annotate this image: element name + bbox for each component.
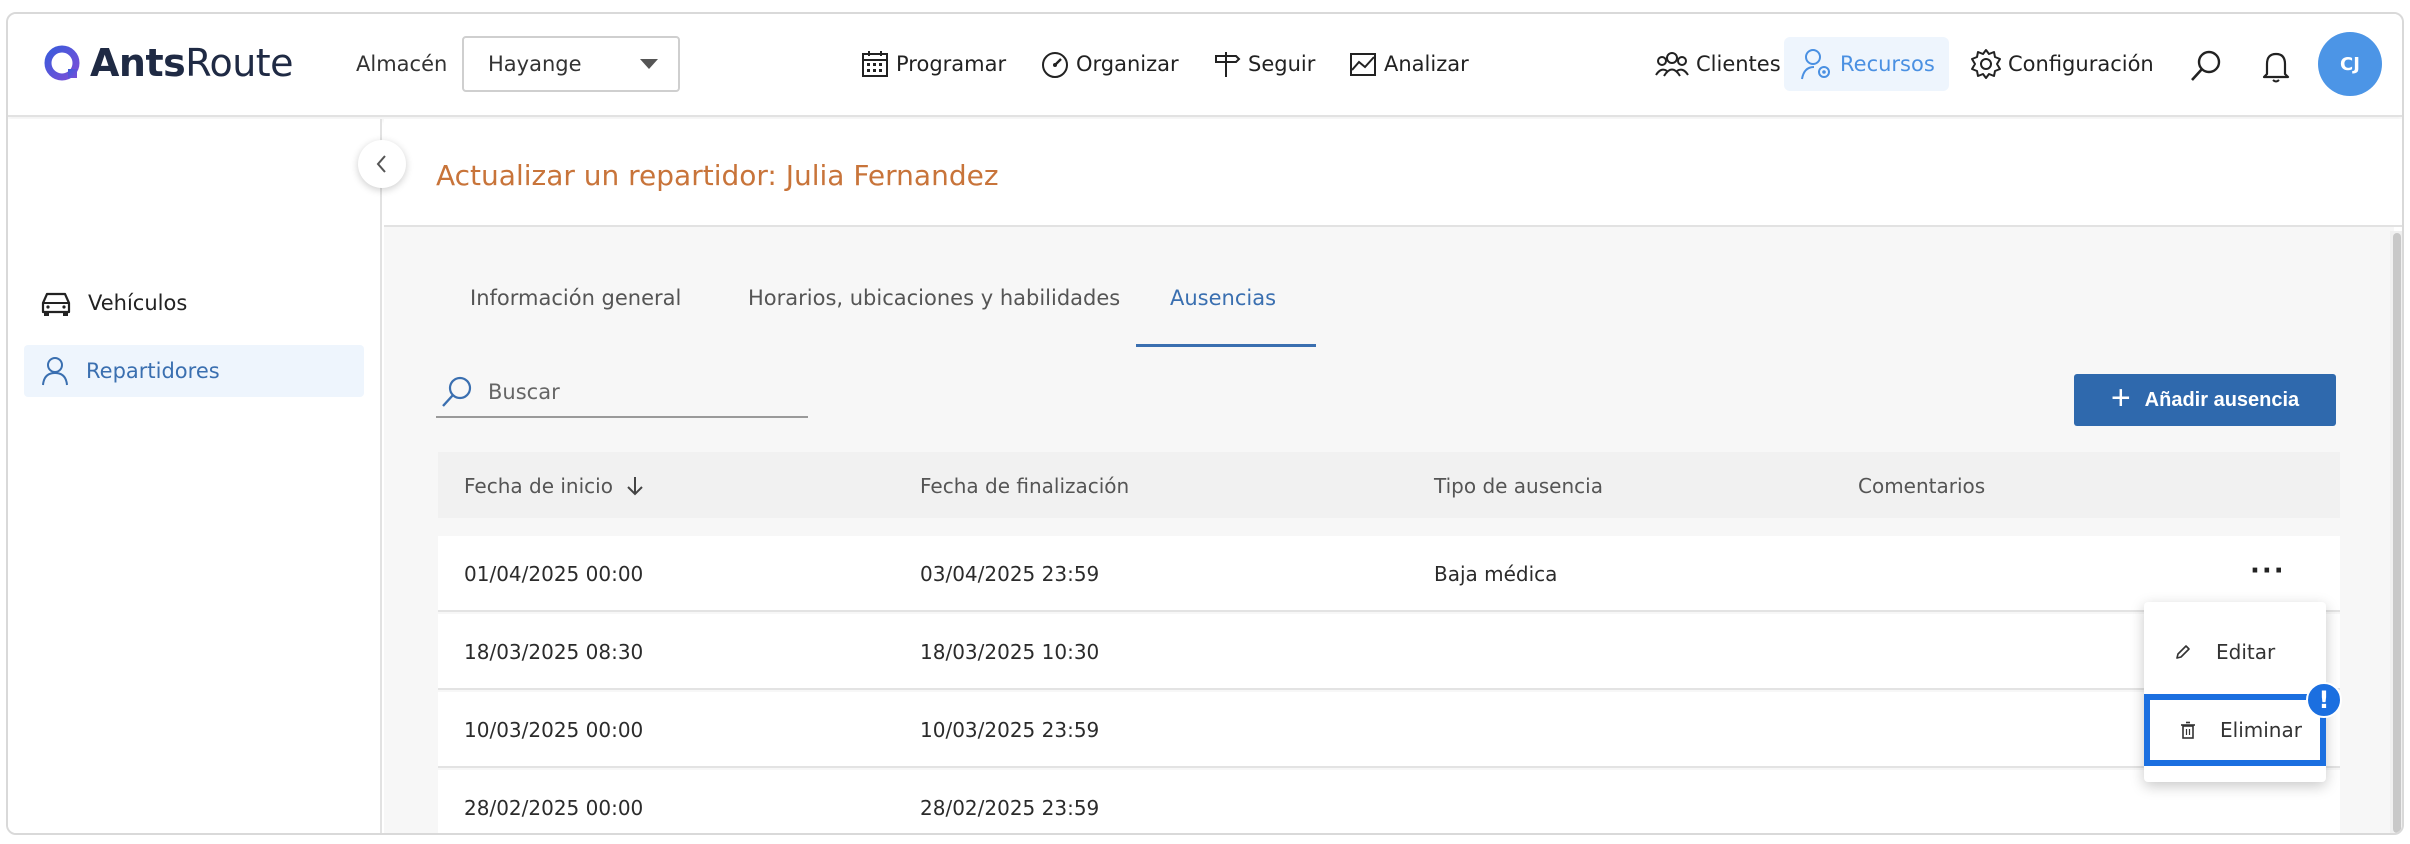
- table-row[interactable]: 28/02/2025 00:00 28/02/2025 23:59: [438, 770, 2340, 833]
- nav-seguir-label: Seguir: [1248, 52, 1316, 76]
- nav-analizar-label: Analizar: [1384, 52, 1469, 76]
- search-button[interactable]: [2186, 46, 2226, 86]
- column-header-comments[interactable]: Comentarios: [1858, 474, 1985, 498]
- notifications-button[interactable]: [2256, 46, 2296, 86]
- warehouse-value: Hayange: [488, 52, 582, 76]
- cell-end: 18/03/2025 10:30: [920, 640, 1100, 664]
- cell-end: 10/03/2025 23:59: [920, 718, 1100, 742]
- cell-end: 03/04/2025 23:59: [920, 562, 1100, 586]
- sidebar-item-label: Vehículos: [88, 291, 188, 315]
- scrollbar[interactable]: [2390, 231, 2402, 833]
- scrollbar-thumb[interactable]: [2393, 233, 2401, 833]
- nav-organizar-label: Organizar: [1076, 52, 1179, 76]
- nav-seguir[interactable]: Seguir: [1212, 44, 1315, 84]
- chevron-down-icon: [640, 59, 658, 69]
- nav-configuracion[interactable]: Configuración: [1970, 44, 2154, 84]
- menu-item-edit[interactable]: Editar: [2144, 616, 2326, 688]
- nav-organizar[interactable]: Organizar: [1040, 44, 1179, 84]
- warehouse-select[interactable]: Hayange: [462, 36, 680, 92]
- page-title: Actualizar un repartidor: Julia Fernande…: [436, 159, 999, 192]
- menu-item-delete[interactable]: Eliminar: [2144, 694, 2326, 766]
- add-absence-button[interactable]: + Añadir ausencia: [2074, 374, 2336, 426]
- more-options-icon[interactable]: ···: [2250, 556, 2286, 586]
- table-row[interactable]: 10/03/2025 00:00 10/03/2025 23:59: [438, 692, 2340, 768]
- cell-start: 28/02/2025 00:00: [464, 796, 644, 820]
- warehouse-label: Almacén: [356, 52, 448, 76]
- nav-programar-label: Programar: [896, 52, 1007, 76]
- search-input[interactable]: [488, 380, 788, 404]
- nav-clientes[interactable]: Clientes: [1654, 44, 1781, 84]
- chart-icon: [1350, 53, 1376, 76]
- brand-name: AntsRoute: [90, 41, 294, 85]
- cell-start: 10/03/2025 00:00: [464, 718, 644, 742]
- column-header-start[interactable]: Fecha de inicio: [464, 474, 645, 498]
- nav-configuracion-label: Configuración: [2008, 52, 2154, 76]
- cell-type: Baja médica: [1434, 562, 1558, 586]
- app-window: AntsRoute Almacén Hayange Programar Orga…: [6, 12, 2404, 835]
- group-icon: [1655, 52, 1689, 77]
- cell-start: 01/04/2025 00:00: [464, 562, 644, 586]
- column-header-type[interactable]: Tipo de ausencia: [1434, 474, 1603, 498]
- chevron-left-icon: [376, 155, 386, 173]
- bell-icon: [2262, 52, 2290, 83]
- sidebar: Vehículos Repartidores: [8, 119, 382, 833]
- nav-programar[interactable]: Programar: [860, 44, 1006, 84]
- nav-recursos[interactable]: Recursos: [1784, 37, 1949, 91]
- car-icon: [41, 292, 71, 316]
- column-header-label: Fecha de inicio: [464, 474, 613, 498]
- nav-recursos-label: Recursos: [1840, 52, 1935, 76]
- cell-start: 18/03/2025 08:30: [464, 640, 644, 664]
- calendar-icon: [862, 51, 888, 77]
- gauge-icon: [1042, 52, 1068, 78]
- active-tab-indicator: [1136, 344, 1316, 347]
- user-gear-icon: [1801, 49, 1830, 80]
- trash-icon: [2181, 721, 2195, 739]
- row-context-menu: Editar Eliminar: [2144, 602, 2326, 782]
- sidebar-item-label: Repartidores: [86, 359, 220, 383]
- sidebar-item-vehiculos[interactable]: Vehículos: [24, 277, 364, 329]
- logo[interactable]: AntsRoute: [42, 38, 294, 88]
- user-icon: [42, 357, 68, 386]
- column-header-end[interactable]: Fecha de finalización: [920, 474, 1129, 498]
- add-absence-label: Añadir ausencia: [2144, 388, 2300, 411]
- sidebar-item-repartidores[interactable]: Repartidores: [24, 345, 364, 397]
- tab-informacion-general[interactable]: Información general: [470, 286, 681, 310]
- page-header: Actualizar un repartidor: Julia Fernande…: [384, 119, 2402, 227]
- search-box: [436, 368, 808, 418]
- search-icon: [2191, 50, 2221, 81]
- table-row[interactable]: 01/04/2025 00:00 03/04/2025 23:59 Baja m…: [438, 536, 2340, 612]
- top-bar: AntsRoute Almacén Hayange Programar Orga…: [8, 14, 2402, 117]
- tab-horarios[interactable]: Horarios, ubicaciones y habilidades: [748, 286, 1120, 310]
- plus-icon: +: [2110, 378, 2131, 417]
- table-row[interactable]: 18/03/2025 08:30 18/03/2025 10:30: [438, 614, 2340, 690]
- nav-clientes-label: Clientes: [1696, 52, 1781, 76]
- logo-mark-icon: [44, 45, 80, 81]
- search-icon: [442, 376, 472, 407]
- pencil-icon: [2176, 645, 2190, 659]
- user-avatar[interactable]: CJ: [2318, 32, 2382, 96]
- nav-analizar[interactable]: Analizar: [1348, 44, 1469, 84]
- menu-item-edit-label: Editar: [2216, 640, 2276, 664]
- cell-end: 28/02/2025 23:59: [920, 796, 1100, 820]
- arrow-down-icon: [627, 477, 643, 496]
- menu-item-delete-label: Eliminar: [2220, 718, 2302, 742]
- table-header: Fecha de inicio Fecha de finalización Ti…: [438, 452, 2340, 518]
- gear-icon: [1971, 49, 2001, 79]
- collapse-sidebar-button[interactable]: [358, 140, 406, 188]
- tab-ausencias[interactable]: Ausencias: [1170, 286, 1276, 310]
- alert-badge: !: [2306, 682, 2342, 718]
- signpost-icon: [1215, 52, 1241, 77]
